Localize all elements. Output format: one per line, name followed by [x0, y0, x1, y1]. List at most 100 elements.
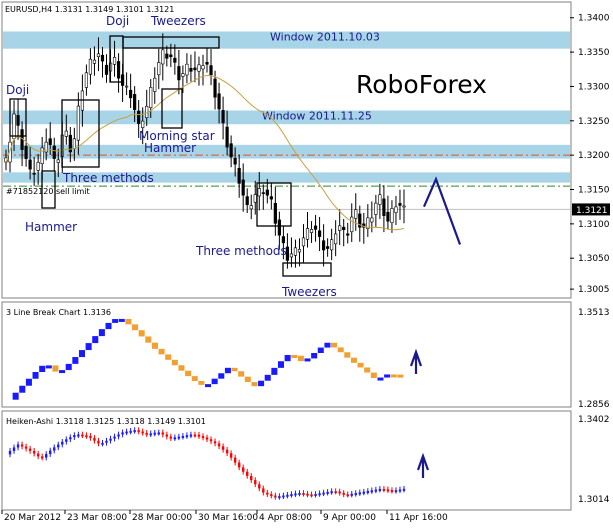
- candle-body: [326, 246, 330, 249]
- candle-body: [96, 53, 101, 57]
- line-break-brick: [384, 374, 391, 378]
- y-tick-label: 1.2856: [578, 400, 610, 410]
- heiken-ashi-bar: [93, 437, 96, 441]
- candle-body: [104, 64, 109, 75]
- heiken-ashi-bar: [145, 432, 148, 435]
- heiken-ashi-bar: [12, 447, 16, 451]
- candle-body: [346, 233, 350, 236]
- candle-body: [386, 211, 390, 222]
- candle-body: [305, 228, 310, 240]
- heiken-ashi-bar: [314, 493, 317, 496]
- candle-body: [265, 189, 269, 196]
- heiken-ashi-bar: [366, 491, 370, 494]
- heiken-ashi-bar: [89, 435, 92, 438]
- candle-body: [28, 159, 32, 170]
- line-break-brick: [65, 363, 72, 371]
- line-break-brick: [231, 367, 238, 372]
- heiken-ashi-bar: [49, 450, 52, 455]
- heiken-ashi-bar: [302, 492, 305, 495]
- candle-body: [181, 73, 185, 77]
- line-break-brick: [357, 362, 364, 368]
- line-break-brick: [158, 348, 165, 355]
- candle-body: [213, 78, 217, 98]
- line-break-brick: [324, 342, 331, 348]
- line-break-brick: [390, 374, 397, 378]
- candle-body: [76, 105, 80, 141]
- candle-body: [173, 57, 177, 63]
- line-break-brick: [331, 342, 338, 348]
- y-tick-label: 1.3150: [578, 186, 610, 196]
- candle-body: [378, 194, 382, 205]
- heiken-ashi-bar: [57, 444, 60, 448]
- heiken-ashi-bar: [205, 437, 209, 440]
- x-tick-label: 4 Apr 08:00: [259, 513, 312, 523]
- heiken-ashi-bar: [20, 444, 24, 447]
- heiken-ashi-bar: [350, 493, 353, 496]
- line-break-brick: [125, 318, 132, 325]
- candle-body: [221, 110, 225, 124]
- candle-body: [129, 89, 133, 99]
- heiken-ashi-bar: [225, 449, 229, 454]
- heiken-ashi-bar: [294, 493, 297, 496]
- heiken-ashi-bar: [278, 496, 281, 499]
- y-tick-label: 1.3400: [578, 14, 610, 24]
- heiken-ashi-bar: [81, 434, 84, 437]
- heiken-ashi-bar: [36, 453, 40, 457]
- heiken-ashi-bar: [129, 430, 132, 433]
- heiken-ashi-bar: [354, 493, 357, 496]
- heiken-ashi-bar: [237, 462, 241, 468]
- candle-body: [330, 239, 334, 251]
- line-break-brick: [244, 376, 251, 383]
- line-break-brick: [178, 365, 185, 371]
- line-break-brick: [165, 354, 172, 360]
- line-break-brick: [191, 376, 198, 382]
- heiken-ashi-bar: [402, 488, 406, 491]
- heiken-ashi-bar: [274, 495, 277, 498]
- candle-body: [309, 229, 314, 233]
- candle-body: [133, 94, 137, 110]
- candle-body: [225, 126, 229, 148]
- heiken-ashi-bar: [330, 491, 333, 494]
- line-break-brick: [370, 372, 377, 378]
- heiken-ashi-bar: [197, 434, 201, 437]
- heiken-ashi-bar: [121, 432, 124, 435]
- heiken-ashi-bar: [250, 475, 253, 481]
- candle-body: [157, 62, 161, 76]
- line-break-brick: [112, 319, 119, 323]
- pattern-label: Three methods: [62, 171, 154, 185]
- candle-body: [289, 253, 294, 258]
- candle-body: [370, 217, 374, 223]
- candle-body: [297, 249, 302, 253]
- heiken-ashi-bar: [133, 430, 136, 433]
- window-zone: [3, 144, 570, 159]
- candle-body: [116, 61, 121, 79]
- candle-body: [249, 205, 253, 210]
- candle-body: [141, 120, 145, 128]
- line-break-brick: [337, 347, 344, 353]
- line-break-brick: [78, 350, 85, 358]
- candle-body: [402, 205, 406, 208]
- candle-body: [197, 64, 201, 72]
- window-label: Window 2011.11.25: [262, 109, 372, 122]
- heiken-ashi-bar: [53, 447, 56, 451]
- candle-body: [189, 68, 193, 72]
- candle-body: [374, 202, 378, 215]
- heiken-ashi-bar: [390, 490, 394, 493]
- line-break-brick: [32, 372, 39, 379]
- heiken-ashi-bar: [306, 493, 309, 496]
- candle-body: [245, 196, 249, 206]
- line-break-brick: [52, 365, 59, 372]
- heiken-ashi-bar: [310, 494, 313, 497]
- y-tick-label: 1.3100: [578, 220, 610, 230]
- candle-body: [205, 61, 209, 65]
- line-break-brick: [211, 378, 218, 385]
- line-break-brick: [138, 330, 145, 337]
- heiken-ashi-bar: [169, 436, 173, 439]
- candle-body: [321, 240, 326, 251]
- heiken-ashi-bar: [229, 453, 233, 458]
- heiken-ashi-bar: [262, 488, 265, 493]
- line-break-brick: [12, 392, 19, 400]
- y-tick-label: 1.3350: [578, 48, 610, 58]
- line-break-brick: [317, 347, 324, 353]
- candle-body: [261, 192, 265, 194]
